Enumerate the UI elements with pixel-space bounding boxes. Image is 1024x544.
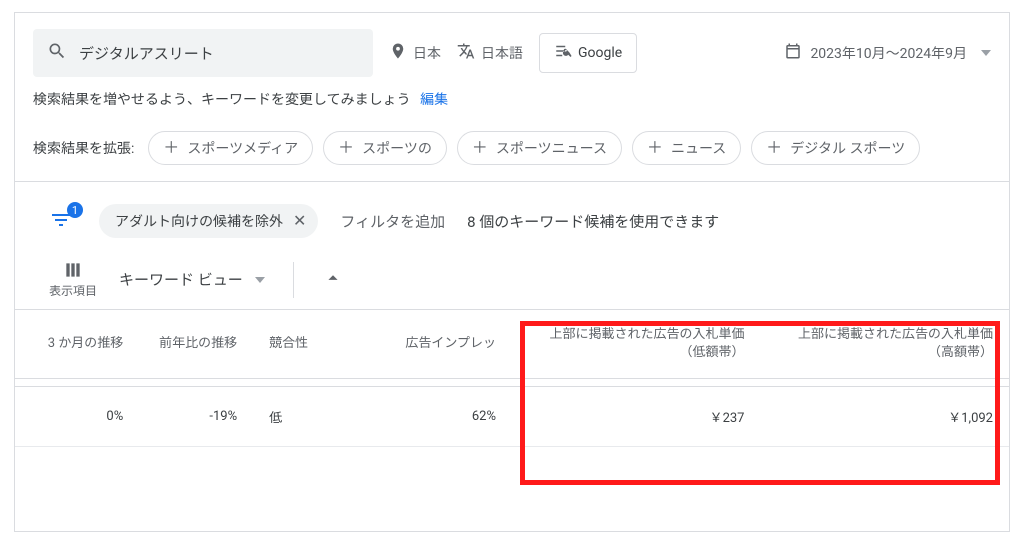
date-range-selector[interactable]: 2023年10月～2024年9月 — [784, 42, 991, 64]
col-top-bid-low[interactable]: 上部に掲載された広告の入札単価 （低額帯） — [512, 310, 761, 378]
chevron-down-icon — [981, 50, 991, 56]
expand-chip[interactable]: ＋スポーツの — [323, 131, 447, 165]
cell-top-bid-low: ￥237 — [512, 386, 761, 446]
table-spacer-row — [15, 378, 1009, 386]
edit-keywords-link[interactable]: 編集 — [420, 92, 448, 108]
plus-icon: ＋ — [338, 140, 354, 156]
expand-chip[interactable]: ＋ニュース — [632, 131, 741, 165]
close-icon[interactable]: ✕ — [293, 213, 306, 229]
divider — [293, 262, 294, 298]
location-label: 日本 — [413, 43, 441, 63]
location-icon — [389, 42, 407, 64]
network-selector[interactable]: Google — [539, 33, 637, 73]
filter-badge: 1 — [67, 202, 83, 218]
col-top-bid-high[interactable]: 上部に掲載された広告の入札単価 （高額帯） — [760, 310, 1009, 378]
plus-icon: ＋ — [647, 140, 663, 156]
col-ad-impression[interactable]: 広告インプレッ — [357, 310, 512, 378]
cell-competition: 低 — [253, 386, 357, 446]
keyword-view-dropdown[interactable]: キーワード ビュー — [119, 269, 265, 290]
network-label: Google — [578, 45, 622, 61]
hint-text: 検索結果を増やせるよう、キーワードを変更してみましょう — [33, 92, 411, 108]
plus-icon: ＋ — [472, 140, 488, 156]
active-filter-pill[interactable]: アダルト向けの候補を除外 ✕ — [99, 204, 318, 238]
search-network-icon — [554, 42, 572, 64]
columns-button-label: 表示項目 — [49, 282, 97, 299]
expand-suggestions-row: 検索結果を拡張: ＋スポーツメディア ＋スポーツの ＋スポーツニュース ＋ニュー… — [15, 121, 1009, 182]
calendar-icon — [784, 42, 802, 64]
language-label: 日本語 — [481, 43, 523, 63]
col-competition[interactable]: 競合性 — [253, 310, 357, 378]
plus-icon: ＋ — [766, 140, 782, 156]
table-row[interactable]: 0% -19% 低 62% ￥237 ￥1,092 — [15, 386, 1009, 446]
cell-top-bid-high: ￥1,092 — [760, 386, 1009, 446]
language-selector[interactable]: 日本語 — [457, 42, 523, 64]
filter-button[interactable]: 1 — [49, 208, 77, 234]
expand-chip[interactable]: ＋スポーツニュース — [457, 131, 622, 165]
collapse-button[interactable] — [322, 267, 344, 293]
active-filter-label: アダルト向けの候補を除外 — [115, 211, 283, 231]
expand-chip[interactable]: ＋デジタル スポーツ — [751, 131, 920, 165]
keyword-search-box[interactable]: デジタルアスリート — [33, 29, 373, 77]
results-summary: 8 個のキーワード候補を使用できます — [467, 211, 719, 232]
expand-chip[interactable]: ＋スポーツメディア — [148, 131, 313, 165]
chevron-down-icon — [255, 277, 265, 283]
cell-3mo-trend: 0% — [15, 386, 139, 446]
keyword-table: 3 か月の推移 前年比の推移 競合性 広告インプレッ 上部に掲載された広告の入札… — [15, 310, 1009, 447]
expand-label: 検索結果を拡張: — [33, 138, 134, 158]
columns-button[interactable]: 表示項目 — [49, 260, 97, 299]
search-query: デジタルアスリート — [79, 43, 214, 64]
search-icon — [47, 41, 67, 65]
col-3mo-trend[interactable]: 3 か月の推移 — [15, 310, 139, 378]
cell-ad-impression: 62% — [357, 386, 512, 446]
location-selector[interactable]: 日本 — [389, 42, 441, 64]
add-filter-button[interactable]: フィルタを追加 — [340, 211, 445, 232]
cell-yoy-trend: -19% — [139, 386, 253, 446]
plus-icon: ＋ — [163, 140, 179, 156]
date-range-label: 2023年10月～2024年9月 — [810, 43, 967, 63]
table-header-row: 3 か月の推移 前年比の推移 競合性 広告インプレッ 上部に掲載された広告の入札… — [15, 310, 1009, 378]
col-yoy-trend[interactable]: 前年比の推移 — [139, 310, 253, 378]
translate-icon — [457, 42, 475, 64]
